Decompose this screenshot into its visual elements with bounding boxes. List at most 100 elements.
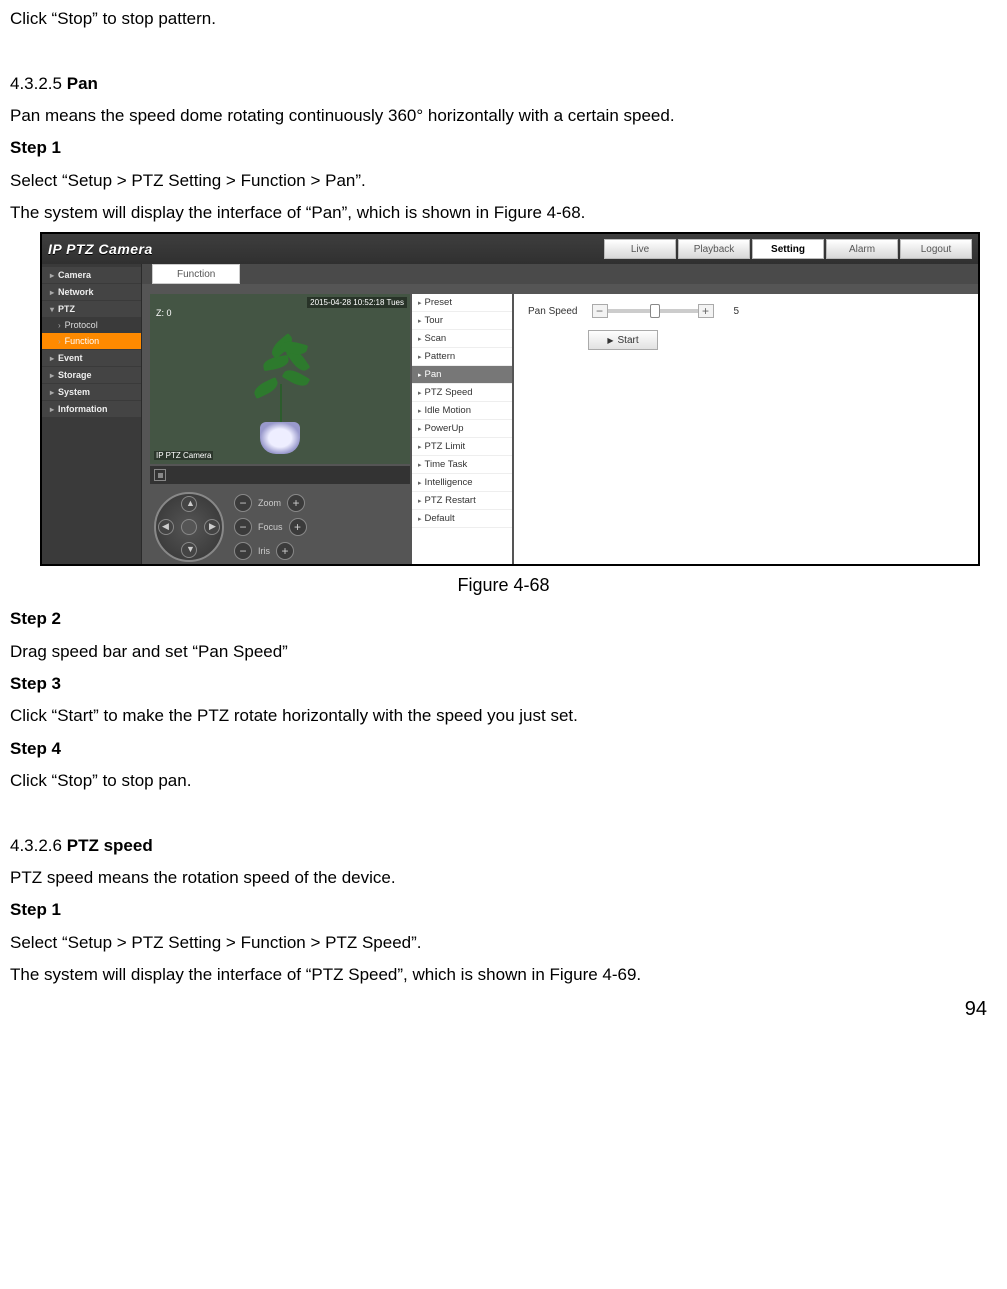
chevron-right-icon: ▸ <box>418 335 422 343</box>
step-2-label: Step 2 <box>10 606 997 632</box>
func-idle-motion[interactable]: ▸Idle Motion <box>412 402 512 420</box>
chevron-right-icon: › <box>58 337 61 346</box>
pan-speed-value: 5 <box>734 306 740 317</box>
subtab-function[interactable]: Function <box>152 264 240 284</box>
pan-speed-slider[interactable]: − + <box>592 304 714 318</box>
section2-p2: Select “Setup > PTZ Setting > Function >… <box>10 930 997 956</box>
func-label: Intelligence <box>425 477 473 488</box>
func-tour[interactable]: ▸Tour <box>412 312 512 330</box>
step-4-label: Step 4 <box>10 736 997 762</box>
func-ptz-restart[interactable]: ▸PTZ Restart <box>412 492 512 510</box>
section-number: 4.3.2.5 <box>10 74 62 93</box>
tab-logout[interactable]: Logout <box>900 239 972 259</box>
func-label: Idle Motion <box>425 405 471 416</box>
func-ptz-speed[interactable]: ▸PTZ Speed <box>412 384 512 402</box>
play-icon: ▶ <box>607 336 613 345</box>
func-label: PTZ Limit <box>425 441 466 452</box>
sidebar-item-information[interactable]: ▸ Information <box>42 401 141 417</box>
tab-setting[interactable]: Setting <box>752 239 824 259</box>
page-number: 94 <box>10 994 997 1025</box>
video-preview: 2015-04-28 10:52:18 Tues Z: 0 IP PTZ Cam… <box>150 294 410 464</box>
timestamp-overlay: 2015-04-28 10:52:18 Tues <box>307 297 407 308</box>
step-1-label: Step 1 <box>10 897 997 923</box>
chevron-right-icon: ▸ <box>418 443 422 451</box>
sidebar-label: Event <box>58 353 83 363</box>
chevron-right-icon: ▸ <box>50 288 54 297</box>
sidebar-label: PTZ <box>58 304 75 314</box>
sidebar-item-protocol[interactable]: ›Protocol <box>42 317 141 333</box>
func-intelligence[interactable]: ▸Intelligence <box>412 474 512 492</box>
step-1-label: Step 1 <box>10 135 997 161</box>
sidebar-item-camera[interactable]: ▸Camera <box>42 267 141 283</box>
func-pan[interactable]: ▸Pan <box>412 366 512 384</box>
figure-caption: Figure 4-68 <box>10 572 997 600</box>
preview-column: 2015-04-28 10:52:18 Tues Z: 0 IP PTZ Cam… <box>150 294 410 566</box>
chevron-right-icon: ▸ <box>418 461 422 469</box>
chevron-right-icon: ▸ <box>418 371 422 379</box>
step-3-label: Step 3 <box>10 671 997 697</box>
slider-track[interactable] <box>608 309 698 313</box>
func-label: Tour <box>425 315 443 326</box>
section2-p1: PTZ speed means the rotation speed of th… <box>10 865 997 891</box>
tab-live[interactable]: Live <box>604 239 676 259</box>
chevron-right-icon: ▸ <box>50 271 54 280</box>
iris-label: Iris <box>258 546 270 556</box>
fullscreen-icon[interactable] <box>154 469 166 481</box>
iris-close-button[interactable]: − <box>234 542 252 560</box>
tab-playback[interactable]: Playback <box>678 239 750 259</box>
preview-image <box>235 334 325 454</box>
chevron-right-icon: ▸ <box>50 371 54 380</box>
zoom-out-button[interactable]: − <box>234 494 252 512</box>
sidebar-label: Storage <box>58 370 92 380</box>
func-label: Preset <box>425 297 452 308</box>
sidebar-item-storage[interactable]: ▸ Storage <box>42 367 141 383</box>
brand-label: IP PTZ Camera <box>48 241 153 257</box>
chevron-right-icon: ▸ <box>50 405 54 414</box>
subtab-row: Function <box>142 264 978 284</box>
focus-label: Focus <box>258 522 283 532</box>
chevron-right-icon: ▸ <box>418 299 422 307</box>
section1-p4: Drag speed bar and set “Pan Speed” <box>10 639 997 665</box>
iris-open-button[interactable]: + <box>276 542 294 560</box>
pan-speed-plus-button[interactable]: + <box>698 304 714 318</box>
pan-speed-label: Pan Speed <box>528 306 578 317</box>
sidebar-item-ptz[interactable]: ▾PTZ <box>42 301 141 317</box>
focus-out-button[interactable]: − <box>234 518 252 536</box>
sidebar-item-network[interactable]: ▸Network <box>42 284 141 300</box>
zoom-in-button[interactable]: + <box>287 494 305 512</box>
func-label: Pan <box>425 369 442 380</box>
pan-speed-minus-button[interactable]: − <box>592 304 608 318</box>
expand-bar <box>150 466 410 484</box>
main-area: Function ? 2015-04-28 10:52:18 Tues Z: 0 <box>142 264 978 564</box>
sidebar-label: Function <box>65 336 100 346</box>
ptz-controls: ▲ ▼ ◀ ▶ − Zoom + <box>150 492 410 562</box>
focus-in-button[interactable]: + <box>289 518 307 536</box>
func-scan[interactable]: ▸Scan <box>412 330 512 348</box>
sidebar-item-system[interactable]: ▸System <box>42 384 141 400</box>
pan-speed-row: Pan Speed − + 5 <box>528 304 964 318</box>
func-default[interactable]: ▸Default <box>412 510 512 528</box>
chevron-right-icon: ▸ <box>418 389 422 397</box>
tab-alarm[interactable]: Alarm <box>826 239 898 259</box>
func-pattern[interactable]: ▸Pattern <box>412 348 512 366</box>
sidebar-item-function[interactable]: › Function <box>42 333 141 349</box>
settings-pane: Pan Speed − + 5 ▶ Start <box>514 294 978 566</box>
chevron-right-icon: › <box>58 321 61 330</box>
sidebar: ▸Camera ▸Network ▾PTZ ›Protocol › Functio… <box>42 264 142 564</box>
chevron-right-icon: ▸ <box>418 407 422 415</box>
func-preset[interactable]: ▸Preset <box>412 294 512 312</box>
section1-p2: Select “Setup > PTZ Setting > Function >… <box>10 168 997 194</box>
sidebar-item-event[interactable]: ▸Event <box>42 350 141 366</box>
func-powerup[interactable]: ▸PowerUp <box>412 420 512 438</box>
slider-thumb[interactable] <box>650 304 660 318</box>
titlebar: IP PTZ Camera Live Playback Setting Alar… <box>42 234 978 264</box>
chevron-right-icon: ▸ <box>50 388 54 397</box>
start-button[interactable]: ▶ Start <box>588 330 658 350</box>
section-number: 4.3.2.6 <box>10 836 62 855</box>
func-label: PTZ Restart <box>425 495 476 506</box>
func-time-task[interactable]: ▸Time Task <box>412 456 512 474</box>
func-ptz-limit[interactable]: ▸PTZ Limit <box>412 438 512 456</box>
chevron-right-icon: ▸ <box>418 515 422 523</box>
func-label: Time Task <box>425 459 468 470</box>
sidebar-label: Information <box>58 404 108 414</box>
